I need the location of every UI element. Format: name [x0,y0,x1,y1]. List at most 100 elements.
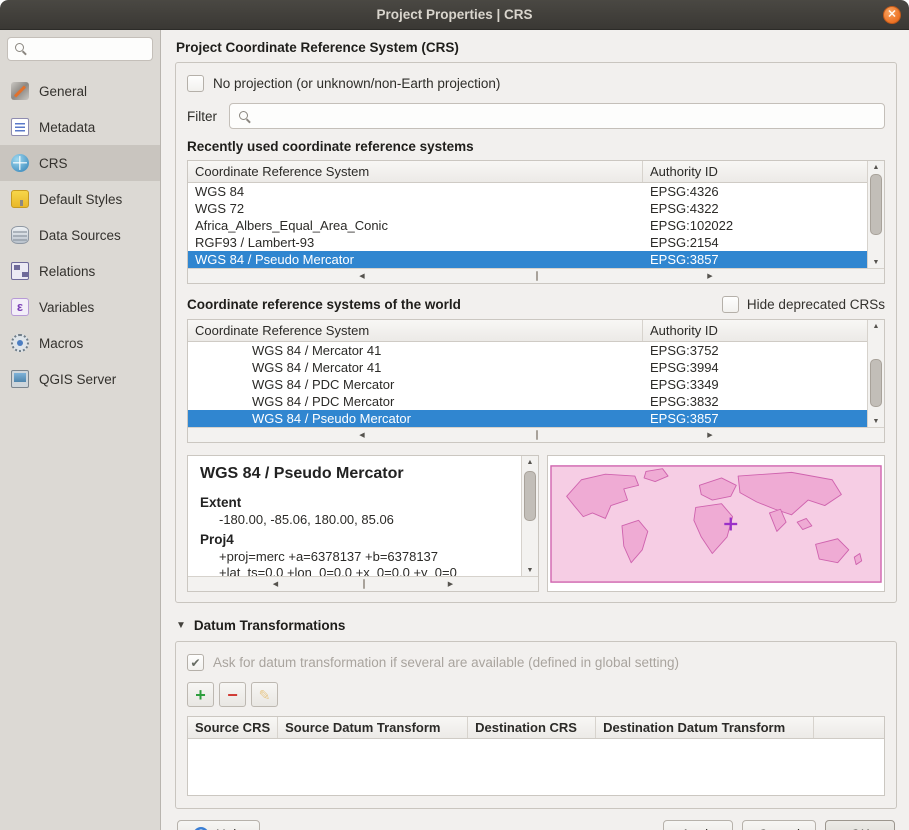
crs-name-cell: WGS 84 [188,184,643,199]
crs-name-cell: Africa_Albers_Equal_Area_Conic [188,218,643,233]
scrollbar-track[interactable] [868,173,884,256]
column-header-source-crs[interactable]: Source CRS [188,717,278,738]
scrollbar-thumb[interactable] [536,430,538,440]
crs-row[interactable]: WGS 84 / PDC Mercator EPSG:3832 [188,393,867,410]
ask-datum-row: ✔ Ask for datum transformation if severa… [187,654,885,671]
no-projection-checkbox[interactable] [187,75,204,92]
crs-row[interactable]: WGS 84 / PDC Mercator EPSG:3349 [188,376,867,393]
datum-section-title: Datum Transformations [194,618,346,633]
world-crs-table: Coordinate Reference System Authority ID… [187,319,885,443]
scroll-right-icon[interactable]: ▶ [536,429,884,441]
sidebar-item-label: Data Sources [39,228,121,243]
crs-name-cell: WGS 84 / PDC Mercator [188,394,643,409]
scrollbar-thumb[interactable] [870,174,882,235]
table-header: Source CRS Source Datum Transform Destin… [188,717,884,739]
sidebar-search-input[interactable] [7,37,153,61]
no-projection-label: No projection (or unknown/non-Earth proj… [213,76,500,91]
crs-row[interactable]: WGS 84 / Pseudo Mercator EPSG:3857 [188,410,867,427]
column-header-dest-crs[interactable]: Destination CRS [468,717,596,738]
collapse-arrow-icon[interactable]: ▼ [176,620,186,631]
scrollbar-thumb[interactable] [536,271,538,281]
vertical-scrollbar[interactable]: ▲ ▼ [867,320,884,427]
crs-row[interactable]: WGS 84 / Mercator 41 EPSG:3752 [188,342,867,359]
column-header-crs[interactable]: Coordinate Reference System [188,161,643,182]
scrollbar-track[interactable] [522,468,538,564]
macros-icon [11,334,29,352]
sidebar-search [7,37,153,61]
authority-cell: EPSG:4322 [643,201,867,216]
ask-datum-checkbox[interactable]: ✔ [187,654,204,671]
proj4-line: +lat_ts=0.0 +lon_0=0.0 +x_0=0.0 +y_0=0 [219,565,509,576]
crs-row[interactable]: Africa_Albers_Equal_Area_Conic EPSG:1020… [188,217,867,234]
help-button[interactable]: ? Help [177,820,260,830]
sidebar-item-label: Metadata [39,120,95,135]
minus-icon: − [227,686,238,704]
scroll-down-icon[interactable]: ▼ [868,415,884,427]
sidebar-item[interactable]: Default Styles [0,181,160,217]
crs-name-cell: WGS 84 / Pseudo Mercator [188,252,643,267]
extent-value: -180.00, -85.06, 180.00, 85.06 [219,512,509,527]
sidebar-item[interactable]: CRS [0,145,160,181]
vertical-scrollbar[interactable]: ▲ ▼ [867,161,884,268]
column-header-authority[interactable]: Authority ID [643,161,867,182]
scrollbar-thumb[interactable] [524,471,536,521]
window-title: Project Properties | CRS [376,7,532,22]
horizontal-scrollbar[interactable]: ◀ ▶ [188,576,538,591]
sidebar-item[interactable]: Macros [0,325,160,361]
sidebar-item[interactable]: General [0,73,160,109]
scroll-right-icon[interactable]: ▶ [536,270,884,282]
scrollbar-thumb[interactable] [363,579,365,589]
filter-input[interactable] [229,103,885,129]
world-crs-heading-row: Coordinate reference systems of the worl… [187,296,885,313]
variables-icon [11,298,29,316]
close-button[interactable]: ✕ [883,6,901,24]
ok-button[interactable]: OK [825,820,895,830]
titlebar[interactable]: Project Properties | CRS ✕ [0,0,909,30]
sidebar-item[interactable]: Relations [0,253,160,289]
scroll-left-icon[interactable]: ◀ [188,429,536,441]
add-transform-button[interactable]: + [187,682,214,707]
column-header-source-transform[interactable]: Source Datum Transform [278,717,468,738]
column-header-authority[interactable]: Authority ID [643,320,867,341]
proj4-label: Proj4 [200,532,509,547]
crs-details-row: WGS 84 / Pseudo Mercator Extent -180.00,… [187,455,885,592]
scroll-up-icon[interactable]: ▲ [868,320,884,332]
scroll-left-icon[interactable]: ◀ [188,270,536,282]
scroll-right-icon[interactable]: ▶ [363,578,538,590]
cancel-button[interactable]: Cancel [742,820,816,830]
crs-row[interactable]: WGS 84 EPSG:4326 [188,183,867,200]
sidebar-item-label: Default Styles [39,192,122,207]
datasources-icon [11,226,29,244]
scroll-up-icon[interactable]: ▲ [522,456,538,468]
crs-row[interactable]: WGS 72 EPSG:4322 [188,200,867,217]
sidebar-item[interactable]: QGIS Server [0,361,160,397]
filter-label: Filter [187,109,217,124]
crs-row[interactable]: WGS 84 / Pseudo Mercator EPSG:3857 [188,251,867,268]
datum-group-frame: ✔ Ask for datum transformation if severa… [175,641,897,809]
sidebar: General Metadata CRS Default Sty [0,30,161,830]
horizontal-scrollbar[interactable]: ◀ ▶ [188,427,884,442]
vertical-scrollbar[interactable]: ▲ ▼ [521,456,538,576]
filter-row: Filter [187,103,885,129]
apply-button[interactable]: Apply [663,820,733,830]
column-header-dest-transform[interactable]: Destination Datum Transform [596,717,814,738]
close-icon: ✕ [887,9,896,20]
crs-row[interactable]: RGF93 / Lambert-93 EPSG:2154 [188,234,867,251]
sidebar-item[interactable]: Variables [0,289,160,325]
scroll-down-icon[interactable]: ▼ [522,564,538,576]
scrollbar-thumb[interactable] [870,359,882,407]
sidebar-item[interactable]: Data Sources [0,217,160,253]
scroll-up-icon[interactable]: ▲ [868,161,884,173]
scroll-down-icon[interactable]: ▼ [868,256,884,268]
ask-datum-label: Ask for datum transformation if several … [213,655,679,670]
scroll-left-icon[interactable]: ◀ [188,578,363,590]
scrollbar-track[interactable] [868,332,884,415]
horizontal-scrollbar[interactable]: ◀ ▶ [188,268,884,283]
sidebar-item[interactable]: Metadata [0,109,160,145]
edit-transform-button[interactable]: ✎ [251,682,278,707]
remove-transform-button[interactable]: − [219,682,246,707]
hide-deprecated-checkbox[interactable] [722,296,739,313]
crs-row[interactable]: WGS 84 / Mercator 41 EPSG:3994 [188,359,867,376]
column-header-crs[interactable]: Coordinate Reference System [188,320,643,341]
world-map-preview [550,465,882,583]
